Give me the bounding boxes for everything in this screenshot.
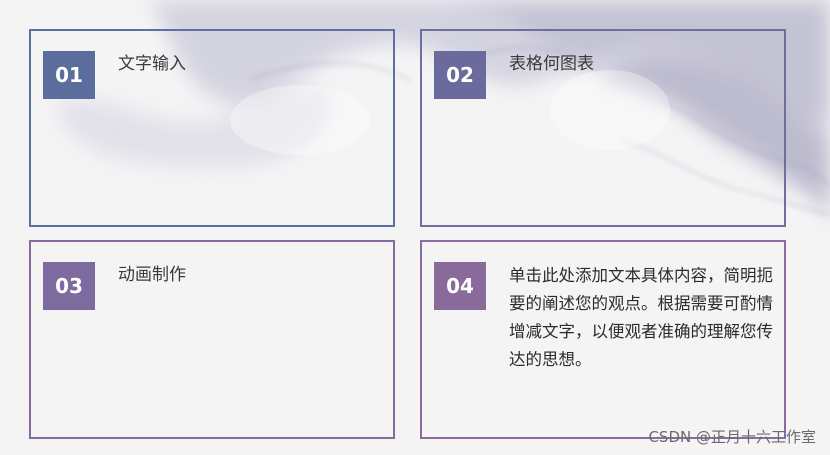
- card-02: 02 表格何图表: [420, 29, 786, 227]
- number-badge: 02: [434, 51, 486, 99]
- number-badge: 03: [43, 262, 95, 310]
- csdn-watermark: CSDN @正月十六工作室: [648, 428, 816, 446]
- card-01: 01 文字输入: [29, 29, 395, 227]
- number-badge: 04: [434, 262, 486, 310]
- card-title[interactable]: 动画制作: [118, 265, 186, 285]
- card-title[interactable]: 文字输入: [118, 54, 186, 74]
- card-04: 04 单击此处添加文本具体内容，简明扼要的阐述您的观点。根据需要可酌情增减文字，…: [420, 240, 786, 439]
- card-title[interactable]: 表格何图表: [509, 54, 594, 74]
- card-03: 03 动画制作: [29, 240, 395, 439]
- card-body-text[interactable]: 单击此处添加文本具体内容，简明扼要的阐述您的观点。根据需要可酌情增减文字，以便观…: [509, 262, 779, 374]
- number-badge: 01: [43, 51, 95, 99]
